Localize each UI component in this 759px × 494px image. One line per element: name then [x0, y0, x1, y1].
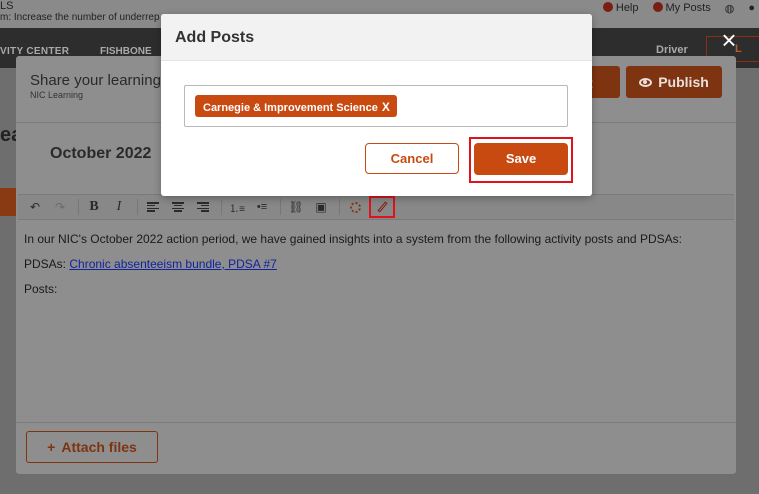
driver-label: Driver	[656, 44, 688, 56]
attach-label: Attach files	[61, 439, 137, 455]
breadcrumb: LS	[0, 0, 14, 12]
attach-files-button[interactable]: + Attach files	[26, 431, 158, 463]
image-icon[interactable]: ▣	[310, 197, 332, 217]
publish-label: Publish	[658, 74, 709, 90]
pdsa-line: PDSAs: Chronic absenteeism bundle, PDSA …	[24, 257, 724, 272]
link-icon[interactable]: ⛓	[285, 197, 307, 217]
close-icon[interactable]: ×	[716, 27, 742, 54]
align-right-icon[interactable]	[192, 197, 214, 217]
cancel-button[interactable]: Cancel	[365, 143, 459, 174]
toolbar-separator	[339, 199, 340, 215]
publish-button[interactable]: Publish	[626, 66, 722, 98]
tag-remove-icon[interactable]: X	[382, 100, 390, 114]
tag-label: Carnegie & Improvement Science	[203, 102, 378, 114]
toolbar-separator	[78, 199, 79, 215]
bullet-list-icon[interactable]: •≡	[251, 197, 273, 217]
posts-label: Posts:	[24, 282, 58, 296]
align-left-icon[interactable]	[142, 197, 164, 217]
posts-tag-input[interactable]: Carnegie & Improvement Science X	[184, 85, 568, 127]
italic-icon[interactable]: I	[108, 197, 130, 217]
toolbar-separator	[280, 199, 281, 215]
pdsa-label: PDSAs:	[24, 257, 70, 271]
user-icon	[652, 2, 663, 12]
help-icon	[602, 2, 613, 12]
bold-icon[interactable]: B	[83, 197, 105, 217]
modal-title: Add Posts	[175, 29, 255, 46]
modal-title: Share your learning	[30, 72, 161, 89]
redo-icon[interactable]: ↷	[49, 197, 71, 217]
plus-icon: +	[47, 439, 56, 455]
editor-paragraph: In our NIC's October 2022 action period,…	[24, 232, 682, 246]
save-button[interactable]: Save	[474, 143, 568, 175]
help-link[interactable]: Help	[602, 2, 639, 14]
globe-icon[interactable]: ◍	[725, 2, 735, 15]
ordered-list-icon[interactable]: ⒈≡	[226, 197, 248, 217]
aim-text: m: Increase the number of underrep	[0, 12, 160, 23]
modal-subtitle: NIC Learning	[30, 90, 84, 100]
toolbar-separator	[221, 199, 222, 215]
top-links: Help My Posts ◍ ●	[602, 0, 759, 16]
selected-tag: Carnegie & Improvement Science X	[195, 95, 397, 117]
undo-icon[interactable]: ↶	[24, 197, 46, 217]
my-posts-link[interactable]: My Posts	[652, 2, 711, 14]
eye-icon	[639, 77, 653, 87]
editor-toolbar: ↶ ↷ B I ⒈≡ •≡ ⛓ ▣	[18, 194, 734, 220]
editor-content[interactable]: In our NIC's October 2022 action period,…	[24, 232, 724, 307]
toolbar-separator	[137, 199, 138, 215]
pdsa-link[interactable]: Chronic absenteeism bundle, PDSA #7	[69, 257, 276, 271]
spinner-icon[interactable]	[344, 197, 366, 217]
pencil-icon[interactable]	[369, 196, 395, 218]
divider	[16, 422, 736, 423]
avatar[interactable]: ●	[748, 2, 755, 14]
add-posts-modal: Add Posts Carnegie & Improvement Science…	[161, 14, 592, 196]
modal-header: Add Posts	[161, 14, 592, 61]
align-center-icon[interactable]	[167, 197, 189, 217]
period-heading: October 2022	[50, 145, 152, 162]
